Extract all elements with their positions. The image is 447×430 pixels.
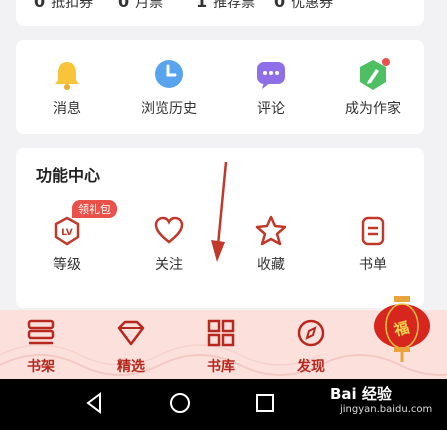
history-item[interactable]: 浏览历史	[118, 58, 220, 118]
clock-icon	[155, 60, 183, 88]
bookshelf-icon	[27, 319, 55, 345]
stat-recommend-ticket[interactable]: 1 推荐票	[196, 0, 255, 12]
quick-actions-card: 消息 浏览历史 评论 成为作家	[16, 40, 424, 134]
lantern-decoration[interactable]: 福	[370, 296, 434, 362]
watermark-logo: Bai 经验	[330, 385, 392, 403]
messages-item[interactable]: 消息	[16, 58, 118, 118]
stat-voucher[interactable]: 0 抵扣券	[34, 0, 93, 12]
svg-text:LV: LV	[61, 228, 72, 238]
stat-coupon[interactable]: 0 优惠券	[274, 0, 333, 12]
grid-icon	[207, 319, 235, 347]
bottom-tab-bar: 书架 精选 书库 发现 福	[0, 296, 447, 379]
tab-bookshelf[interactable]: 书架	[6, 318, 76, 375]
chat-icon	[257, 62, 285, 89]
list-icon	[361, 216, 385, 246]
function-center-card: 功能中心 LV 领礼包 等级 关注 收藏 书单	[16, 148, 424, 308]
bell-icon	[55, 62, 79, 90]
favorites-item[interactable]: 收藏	[220, 214, 322, 276]
compass-icon	[297, 319, 325, 347]
star-icon	[255, 215, 287, 246]
tab-discover[interactable]: 发现	[276, 318, 346, 375]
diamond-icon	[117, 320, 145, 346]
watermark-url: jingyan.baidu.com	[340, 404, 433, 415]
tab-library[interactable]: 书库	[186, 318, 256, 375]
comments-item[interactable]: 评论	[220, 58, 322, 118]
section-title: 功能中心	[36, 166, 101, 185]
booklist-item[interactable]: 书单	[322, 214, 424, 276]
gift-badge[interactable]: 领礼包	[72, 200, 117, 218]
back-icon[interactable]	[84, 391, 104, 415]
level-item[interactable]: LV 领礼包 等级	[16, 200, 118, 276]
stats-strip: 0 抵扣券 0 月票 1 推荐票 0 优惠券	[16, 0, 424, 26]
become-author-item[interactable]: 成为作家	[322, 58, 424, 118]
tab-featured[interactable]: 精选	[96, 318, 166, 375]
home-icon[interactable]	[168, 391, 192, 415]
follow-item[interactable]: 关注	[118, 214, 220, 276]
stat-monthly-ticket[interactable]: 0 月票	[118, 0, 163, 12]
heart-icon	[154, 216, 184, 244]
level-icon: LV	[54, 216, 80, 246]
recents-icon[interactable]	[254, 391, 276, 415]
pen-icon	[360, 58, 390, 90]
